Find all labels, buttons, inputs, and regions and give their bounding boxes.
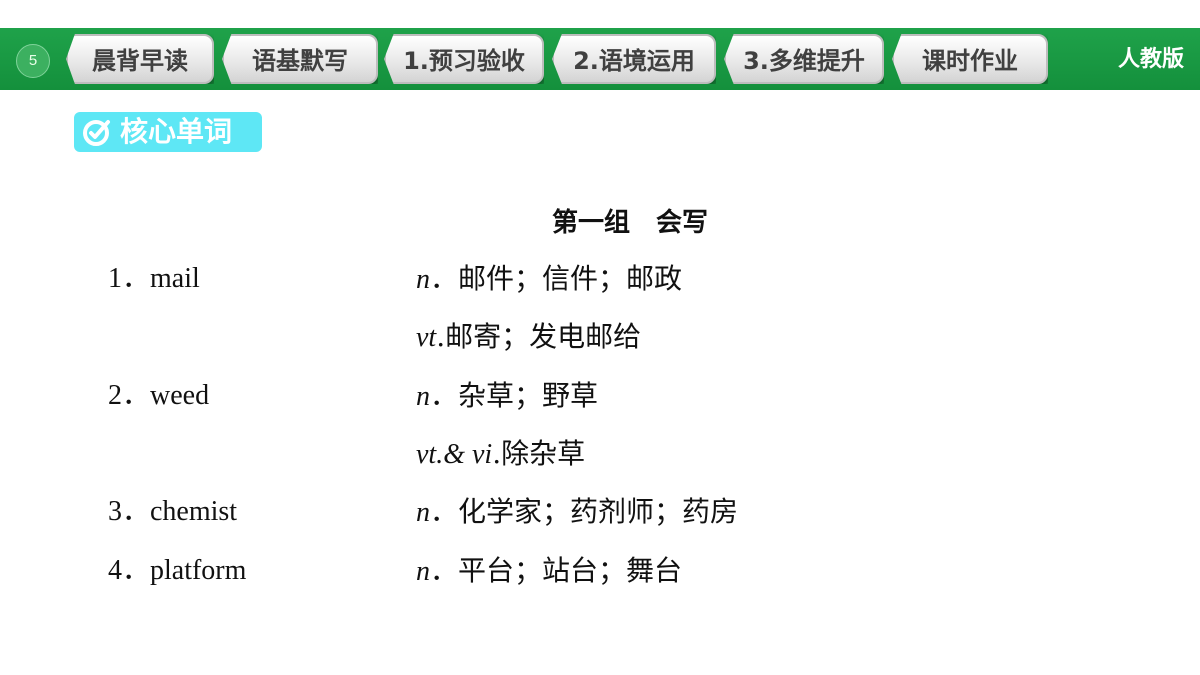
group-title: 第一组 会写 <box>551 208 708 238</box>
vocab-meaning: 除杂草 <box>501 437 586 470</box>
vocab-word: 3．chemist <box>108 496 238 527</box>
vocab-meaning: 杂草；野草 <box>458 379 599 412</box>
pos-separator: ． <box>430 262 459 295</box>
vocab-row: 1．mail n．邮件；信件；邮政 <box>0 259 1200 299</box>
vocab-meaning: 化学家；药剂师；药房 <box>458 495 739 528</box>
part-of-speech: n <box>416 264 430 295</box>
vocab-row: 3．chemist n．化学家；药剂师；药房 <box>0 492 1200 532</box>
vocab-meaning: 邮寄；发电邮给 <box>445 320 642 353</box>
part-of-speech: vt <box>416 322 437 353</box>
tab-preview-check[interactable]: 1.预习验收 <box>384 34 544 84</box>
vocab-definition: n．化学家；药剂师；药房 <box>416 492 738 533</box>
pos-separator: ． <box>430 554 459 587</box>
section-badge: 核心单词 <box>74 112 262 152</box>
vocab-row: 4．platform n．平台；站台；舞台 <box>0 551 1200 591</box>
tab-multi-improve[interactable]: 3.多维提升 <box>724 34 884 84</box>
publisher-label: 人教版 <box>1117 46 1184 72</box>
vocab-meaning: 邮件；信件；邮政 <box>458 262 683 295</box>
tab-homework[interactable]: 课时作业 <box>892 34 1048 84</box>
pos-separator: ． <box>430 379 459 412</box>
part-of-speech: n <box>416 381 430 412</box>
part-of-speech: vt.& vi <box>416 439 493 470</box>
vocab-definition: n．杂草；野草 <box>416 376 598 417</box>
vocab-row: vt.& vi.除杂草 <box>0 434 1200 474</box>
target-check-icon <box>83 120 110 146</box>
vocab-definition: n．邮件；信件；邮政 <box>416 259 682 300</box>
tab-morning-reading[interactable]: 晨背早读 <box>66 34 214 84</box>
vocab-definition: vt.邮寄；发电邮给 <box>416 317 641 358</box>
section-badge-label: 核心单词 <box>120 115 233 148</box>
tab-context-use[interactable]: 2.语境运用 <box>552 34 716 84</box>
vocab-definition: n．平台；站台；舞台 <box>416 551 682 592</box>
tab-dictation[interactable]: 语基默写 <box>222 34 378 84</box>
vocab-row: vt.邮寄；发电邮给 <box>0 317 1200 357</box>
vocab-word: 4．platform <box>108 555 247 586</box>
slide: 5 晨背早读 语基默写 1.预习验收 2.语境运用 3.多维提升 课时作业 人教… <box>0 0 1200 675</box>
vocab-meaning: 平台；站台；舞台 <box>458 554 683 587</box>
vocab-row: 2．weed n．杂草；野草 <box>0 376 1200 416</box>
part-of-speech: n <box>416 556 430 587</box>
vocab-word: 2．weed <box>108 380 210 411</box>
pos-separator: . <box>492 437 502 470</box>
vocab-definition: vt.& vi.除杂草 <box>416 434 585 475</box>
page-number-badge: 5 <box>16 44 50 78</box>
part-of-speech: n <box>416 497 430 528</box>
vocab-word: 1．mail <box>108 263 200 294</box>
pos-separator: . <box>436 320 446 353</box>
pos-separator: ． <box>430 495 459 528</box>
